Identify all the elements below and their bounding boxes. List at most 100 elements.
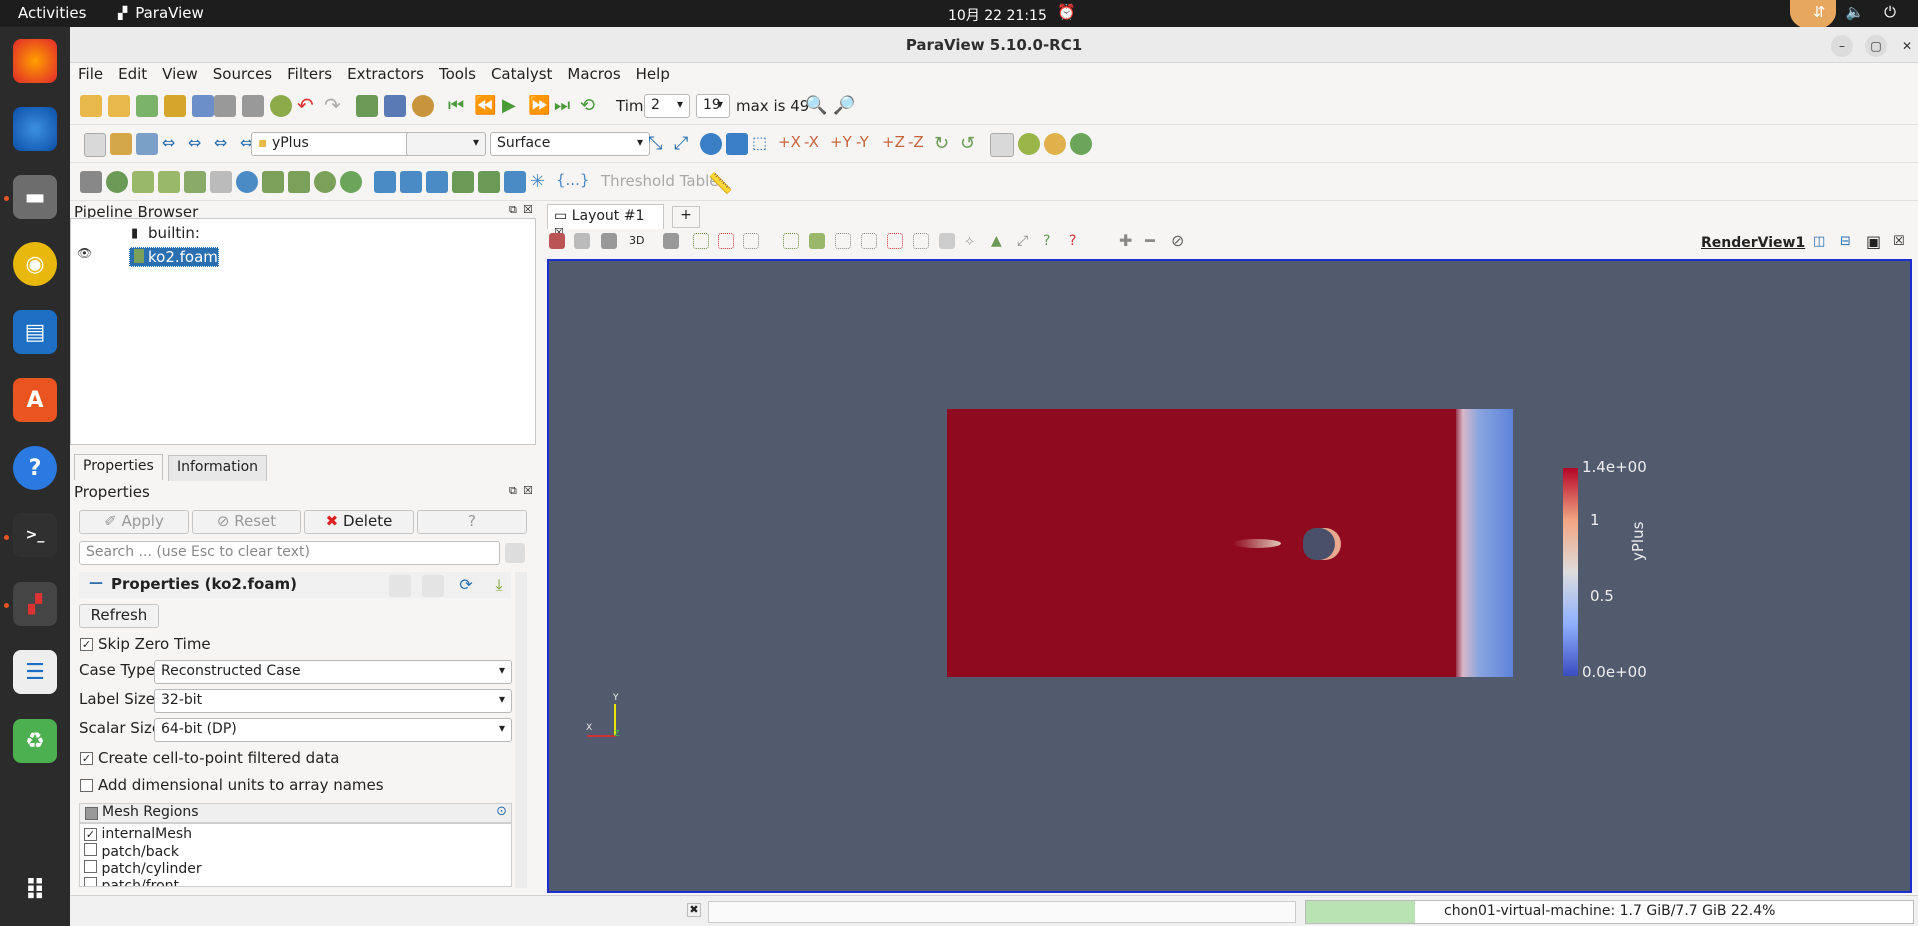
- save-defaults-icon[interactable]: ⤓: [488, 575, 510, 597]
- split-undo-icon[interactable]: [549, 233, 565, 249]
- next-frame-icon[interactable]: ⏩: [528, 95, 550, 117]
- calculator-icon[interactable]: [80, 171, 102, 193]
- menu-file[interactable]: File: [70, 63, 110, 87]
- pipeline-root[interactable]: builtin:: [148, 224, 200, 242]
- rhythmbox-icon[interactable]: ◉: [13, 242, 57, 286]
- first-frame-icon[interactable]: ⏮: [448, 95, 470, 117]
- tab-properties[interactable]: Properties: [74, 454, 163, 480]
- plot-data-icon[interactable]: [452, 171, 474, 193]
- select-cells-icon[interactable]: [693, 233, 709, 249]
- menu-extractors[interactable]: Extractors: [339, 63, 431, 87]
- reload-icon[interactable]: ⟳: [455, 575, 477, 597]
- show-apps-icon[interactable]: ⠿: [13, 868, 57, 912]
- writer-icon[interactable]: ▤: [13, 310, 57, 354]
- activities-button[interactable]: Activities: [18, 4, 86, 22]
- center-axes-icon[interactable]: [990, 133, 1014, 157]
- properties-undock-icon[interactable]: ⧉: [509, 484, 517, 498]
- redo-icon[interactable]: ↷: [324, 95, 346, 117]
- maximize-icon[interactable]: ▢: [1865, 35, 1887, 57]
- histogram-icon[interactable]: [426, 171, 448, 193]
- zoom-view-icon[interactable]: [663, 233, 679, 249]
- mesh-regions-expand-icon[interactable]: ⊙: [496, 804, 507, 819]
- trash-icon[interactable]: ♻: [13, 719, 57, 763]
- query-icon[interactable]: 🔎: [833, 95, 855, 117]
- scalar-size-select[interactable]: 64-bit (DP): [154, 718, 512, 742]
- pipeline-item-selected[interactable]: ko2.foam: [129, 247, 219, 267]
- pick-center-icon[interactable]: [1018, 133, 1040, 155]
- select-blocks-icon[interactable]: [809, 233, 825, 249]
- view-minus-z-icon[interactable]: -Z: [908, 133, 930, 155]
- paste-icon[interactable]: [422, 575, 444, 597]
- system-tray[interactable]: ⇵ 🔈 ⏻: [1813, 3, 1896, 21]
- auto-apply-icon[interactable]: [270, 95, 292, 117]
- advanced-gear-icon[interactable]: [505, 543, 525, 563]
- capture-screenshot-icon[interactable]: [601, 233, 617, 249]
- maximize-view-icon[interactable]: ▣: [1866, 232, 1881, 251]
- rotate-minus-90-icon[interactable]: ↺: [960, 133, 982, 155]
- reset-range-icon[interactable]: [136, 133, 158, 155]
- open-icon[interactable]: [80, 95, 102, 117]
- help-icon[interactable]: ?: [13, 446, 57, 490]
- rescale-visible-icon[interactable]: ⇔: [214, 133, 236, 155]
- plot-selection-icon[interactable]: ⤢: [1017, 233, 1028, 249]
- hover-points-icon[interactable]: [861, 233, 877, 249]
- add-layout-button[interactable]: +: [672, 206, 700, 228]
- play-icon[interactable]: ▶: [502, 95, 524, 117]
- menu-help[interactable]: Help: [628, 63, 677, 87]
- reset-center-icon[interactable]: [1044, 133, 1066, 155]
- extract-subset-icon[interactable]: [210, 171, 232, 193]
- zoom-selection-icon[interactable]: ⬚: [752, 133, 774, 155]
- list-item[interactable]: patch/front: [84, 877, 179, 886]
- visibility-eye-icon[interactable]: 👁: [77, 246, 92, 260]
- render-view[interactable]: 1.4e+00 1 0.5 0.0e+00 yPlus Y X Z: [547, 259, 1912, 893]
- time-index-spinbox[interactable]: 19: [696, 94, 730, 118]
- open-recent-icon[interactable]: [108, 95, 130, 117]
- memory-bar[interactable]: chon01-virtual-machine: 1.7 GiB/7.7 GiB …: [1305, 900, 1914, 924]
- group-datasets-icon[interactable]: [314, 171, 336, 193]
- temporal-statistics-icon[interactable]: [504, 171, 526, 193]
- list-item[interactable]: ✓ internalMesh: [84, 826, 192, 842]
- delete-button[interactable]: ✖ Delete: [304, 510, 414, 534]
- clock[interactable]: 10月 22 21:15: [948, 5, 1047, 25]
- select-data-query-icon[interactable]: ?: [1069, 233, 1076, 249]
- zoom-box-icon[interactable]: [726, 133, 748, 155]
- files-icon[interactable]: ▬: [13, 175, 57, 219]
- view-minus-y-icon[interactable]: -Y: [856, 133, 878, 155]
- toggle-color-legend-icon[interactable]: [84, 133, 106, 157]
- menu-catalyst[interactable]: Catalyst: [483, 63, 559, 87]
- save-state-icon[interactable]: [214, 95, 236, 117]
- menu-sources[interactable]: Sources: [205, 63, 279, 87]
- skip-zero-checkbox[interactable]: ✓: [80, 638, 93, 651]
- split-horizontal-icon[interactable]: ◫: [1813, 234, 1825, 249]
- save-data-icon[interactable]: [136, 95, 158, 117]
- reset-camera-icon[interactable]: ⤡: [648, 133, 670, 155]
- select-points-icon[interactable]: [718, 233, 734, 249]
- hover-cells-icon[interactable]: [887, 233, 903, 249]
- case-type-select[interactable]: Reconstructed Case: [154, 660, 512, 684]
- view-plus-z-icon[interactable]: +Z: [882, 133, 905, 155]
- dim-units-checkbox[interactable]: [80, 779, 93, 792]
- loop-icon[interactable]: ⟲: [580, 95, 602, 117]
- stream-tracer-icon[interactable]: [262, 171, 284, 193]
- disconnect-icon[interactable]: [192, 95, 214, 117]
- list-item[interactable]: patch/back: [84, 843, 179, 860]
- mesh-regions-toggle[interactable]: [85, 807, 98, 820]
- properties-search-input[interactable]: Search ... (use Esc to clear text): [79, 541, 500, 565]
- menu-tools[interactable]: Tools: [431, 63, 483, 87]
- label-size-select[interactable]: 32-bit: [154, 689, 512, 713]
- menu-filters[interactable]: Filters: [279, 63, 339, 87]
- shrink-selection-icon[interactable]: [939, 233, 955, 249]
- clip-icon[interactable]: [132, 171, 154, 193]
- plot-over-line-icon[interactable]: [400, 171, 422, 193]
- text-editor-icon[interactable]: ☰: [13, 650, 57, 694]
- view-name-label[interactable]: RenderView1: [1701, 235, 1805, 251]
- firefox-icon[interactable]: [13, 39, 57, 83]
- close-icon[interactable]: ✕: [1899, 35, 1915, 57]
- clear-status-icon[interactable]: ✖: [687, 903, 701, 917]
- zoom-in-icon[interactable]: ✚: [1119, 231, 1132, 250]
- snowflake-icon[interactable]: ✳: [530, 171, 552, 193]
- app-menu[interactable]: ▞ ParaView: [118, 4, 204, 22]
- previous-frame-icon[interactable]: ⏪: [474, 95, 496, 117]
- properties-section-header[interactable]: — Properties (ko2.foam): [79, 572, 511, 598]
- thunderbird-icon[interactable]: [13, 107, 57, 151]
